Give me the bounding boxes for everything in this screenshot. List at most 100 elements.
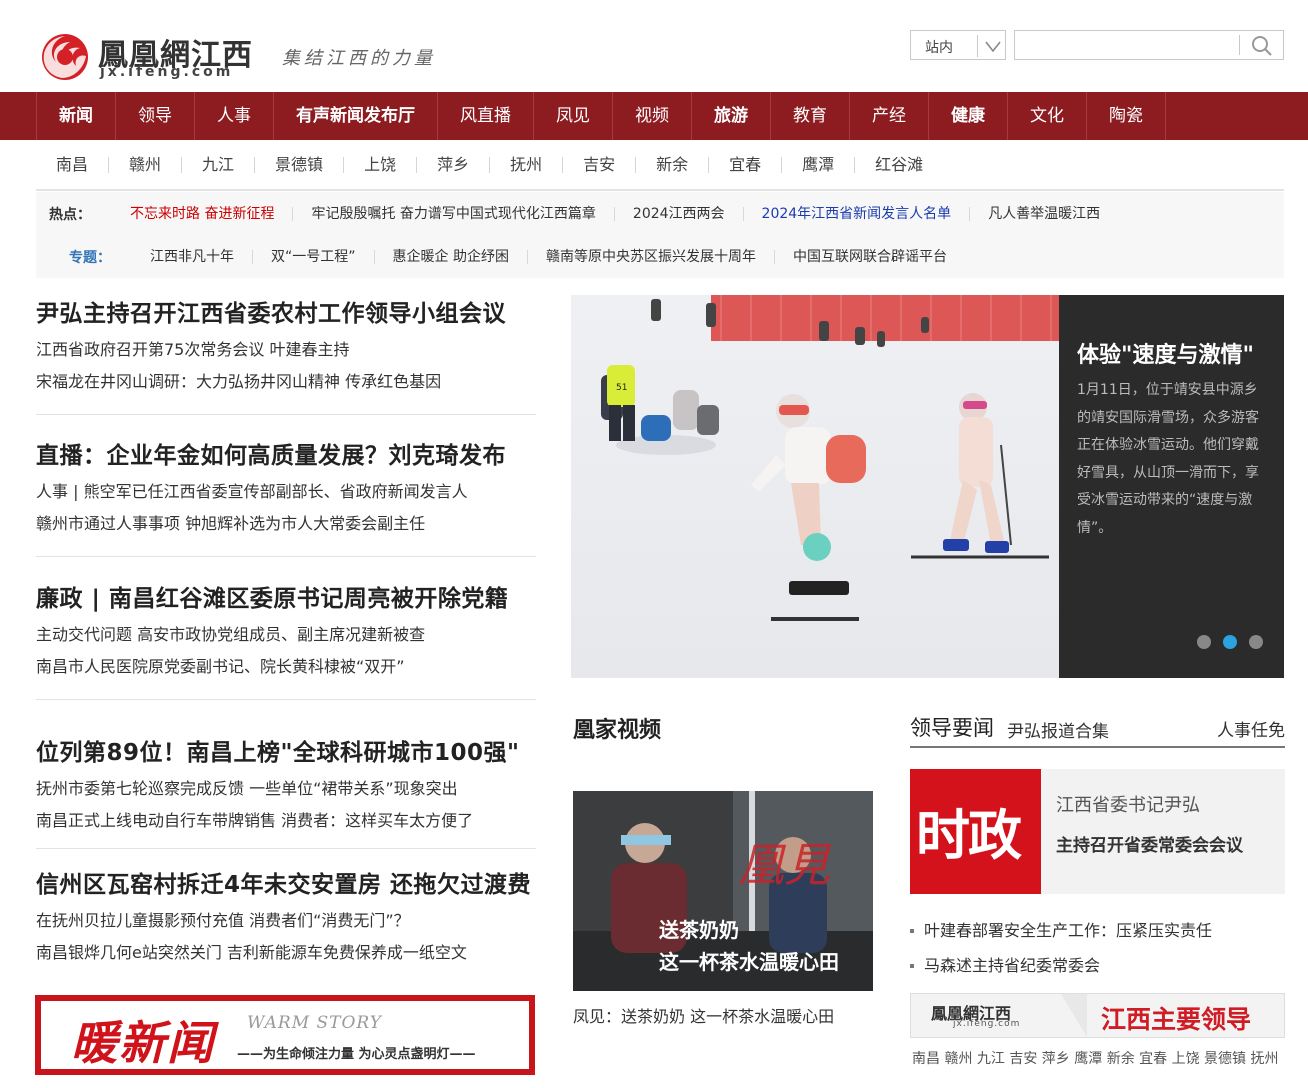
video-still: 凰見 送茶奶奶 这一杯茶水温暖心田: [573, 791, 873, 991]
hot-label: 热点：: [49, 206, 91, 223]
search-icon[interactable]: [1249, 34, 1275, 58]
headline-title[interactable]: 位列第89位！南昌上榜"全球科研城市100强": [36, 733, 536, 767]
city-nav-item[interactable]: 上饶: [344, 157, 418, 173]
nav-item[interactable]: 视频: [613, 92, 692, 140]
politics-feature[interactable]: 时政 江西省委书记尹弘 主持召开省委常委会会议: [910, 769, 1285, 894]
hot-row: 热点： 不忘来时路 奋进新征程 牢记殷殷嘱托 奋力谱写中国式现代化江西篇章 2024…: [36, 192, 1118, 235]
leaders-collection-link[interactable]: 尹弘报道合集: [1007, 717, 1109, 742]
headline-title[interactable]: 信州区瓦窑村拆迁4年未交安置房 还拖欠过渡费: [36, 865, 536, 899]
city-nav-item[interactable]: 鹰潭: [782, 157, 856, 173]
nav-item[interactable]: 领导: [116, 92, 195, 140]
city-nav-item[interactable]: 南昌: [36, 157, 110, 173]
nav-item[interactable]: 教育: [771, 92, 850, 140]
city-nav-item[interactable]: 抚州: [490, 157, 564, 173]
nav-item[interactable]: 人事: [195, 92, 274, 140]
headline-subline[interactable]: 南昌市人民医院原党委副书记、院长黄科棣被“双开”: [36, 657, 536, 677]
leaders-cities-links[interactable]: 南昌 赣州 九江 吉安 萍乡 鹰潭 新余 宜春 上饶 景德镇 抚州: [912, 1048, 1279, 1068]
logo-slogan: 集结江西的力量: [282, 48, 436, 69]
headline-subline[interactable]: 南昌银烨几何e站突然关门 吉利新能源车免费保养成一纸空文: [36, 943, 536, 963]
warm-news-banner-inner: 暖新闻 WARM STORY ——为生命倾注力量 为心灵点盏明灯——: [41, 1001, 529, 1070]
city-nav-item[interactable]: 吉安: [563, 157, 637, 173]
search-scope-select[interactable]: 站内: [910, 30, 1006, 60]
photo-slideshow: 51 体验"速度与激情" 1月11日，位于靖安县中源乡的靖安国际滑雪场，众多游客…: [571, 295, 1284, 678]
nav-item[interactable]: 新闻: [36, 92, 116, 140]
leaders-news-item[interactable]: 马森述主持省纪委常委会: [910, 953, 1285, 988]
topic-item[interactable]: 双“一号工程”: [253, 249, 375, 264]
logo-domain: jx.ifeng.com: [100, 64, 234, 80]
topic-item[interactable]: 惠企暖企 助企纾困: [375, 249, 528, 264]
slide-dots: [1197, 635, 1263, 649]
leaders-title[interactable]: 领导要闻: [910, 712, 994, 742]
topic-item[interactable]: 江西非凡十年: [132, 249, 253, 264]
main-nav: 新闻 领导 人事 有声新闻发布厅 风直播 凤见 视频 旅游 教育 产经 健康 文化 陶瓷: [0, 92, 1308, 140]
slide-title[interactable]: 体验"速度与激情": [1077, 337, 1254, 369]
headline-subline[interactable]: 赣州市通过人事事项 钟旭辉补选为市人大常委会副主任: [36, 514, 536, 534]
search-input[interactable]: [1015, 31, 1239, 59]
warm-news-subtitle: ——为生命倾注力量 为心灵点盏明灯——: [237, 1047, 476, 1062]
headline-subline[interactable]: 主动交代问题 高安市政协党组成员、副主席况建新被查: [36, 625, 536, 645]
banner-divider-shape: [1061, 994, 1087, 1037]
headline-title[interactable]: 直播：企业年金如何高质量发展？刘克琦发布: [36, 436, 536, 470]
video-caption[interactable]: 凤见：送茶奶奶 这一杯茶水温暖心田: [573, 1003, 834, 1027]
slide-dot[interactable]: [1249, 635, 1263, 649]
divider: [977, 35, 978, 57]
divider: [1239, 35, 1240, 55]
headline-subline[interactable]: 宋福龙在井冈山调研：大力弘扬井冈山精神 传承红色基因: [36, 372, 536, 392]
topic-item[interactable]: 中国互联网联合辟谣平台: [775, 250, 965, 264]
politics-tag: 时政: [916, 803, 1022, 867]
hot-topics-strip: 热点： 不忘来时路 奋进新征程 牢记殷殷嘱托 奋力谱写中国式现代化江西篇章 2024…: [36, 192, 1284, 278]
politics-feature-line1: 江西省委书记尹弘: [1056, 795, 1200, 816]
nav-item[interactable]: 有声新闻发布厅: [274, 92, 438, 140]
nav-item[interactable]: 产经: [850, 92, 929, 140]
topic-item[interactable]: 赣南等原中央苏区振兴发展十周年: [528, 249, 775, 264]
leaders-news-item[interactable]: 叶建春部署安全生产工作：压紧压实责任: [910, 918, 1285, 953]
headline-title[interactable]: 廉政 | 南昌红谷滩区委原书记周亮被开除党籍: [36, 579, 536, 613]
headline-subline[interactable]: 人事 | 熊空军已任江西省委宣传部副部长、省政府新闻发言人: [36, 482, 536, 502]
slide-dot[interactable]: [1223, 635, 1237, 649]
hot-item[interactable]: 2024江西两会: [615, 206, 744, 221]
city-nav-item[interactable]: 景德镇: [255, 157, 345, 173]
headline-block: 直播：企业年金如何高质量发展？刘克琦发布人事 | 熊空军已任江西省委宣传部副部长…: [36, 436, 536, 557]
hot-item[interactable]: 2024年江西省新闻发言人名单: [744, 206, 971, 221]
site-header: 鳳凰網江西 jx.ifeng.com 集结江西的力量 站内: [0, 0, 1308, 92]
video-overlay-line1: 送茶奶奶: [659, 918, 739, 942]
headline-subline[interactable]: 在抚州贝拉儿童摄影预付充值 消费者们“消费无门”？: [36, 911, 536, 931]
leaders-header: 领导要闻 尹弘报道合集 人事任免: [910, 708, 1285, 748]
city-nav-item[interactable]: 九江: [182, 157, 256, 173]
city-nav-item[interactable]: 宜春: [709, 157, 783, 173]
nav-item[interactable]: 凤见: [534, 92, 613, 140]
nav-item[interactable]: 风直播: [438, 92, 534, 140]
hot-item[interactable]: 不忘来时路 奋进新征程: [112, 206, 294, 221]
headline-block: 尹弘主持召开江西省委农村工作领导小组会议江西省政府召开第75次常务会议 叶建春主…: [36, 294, 536, 415]
site-logo[interactable]: 鳳凰網江西 jx.ifeng.com 集结江西的力量: [40, 30, 460, 82]
city-nav-item[interactable]: 红谷滩: [855, 157, 943, 173]
warm-news-banner[interactable]: 暖新闻 WARM STORY ——为生命倾注力量 为心灵点盏明灯——: [35, 995, 535, 1075]
headline-subline[interactable]: 南昌正式上线电动自行车带牌销售 消费者：这样买车太方便了: [36, 811, 536, 831]
phoenix-logo-icon: [42, 34, 88, 80]
headline-block: 位列第89位！南昌上榜"全球科研城市100强" 抚州市委第七轮巡察完成反馈 一些单…: [36, 721, 536, 849]
banner-text: 江西主要领导: [1101, 1005, 1252, 1034]
headline-title[interactable]: 尹弘主持召开江西省委农村工作领导小组会议: [36, 294, 536, 328]
headline-subline[interactable]: 江西省政府召开第75次常务会议 叶建春主持: [36, 340, 536, 360]
topic-label: 专题：: [69, 249, 111, 266]
slide-image[interactable]: 51: [571, 295, 1059, 678]
main-leaders-banner[interactable]: 鳳凰網江西 jx.ifeng.com 江西主要领导: [910, 993, 1285, 1038]
warm-news-english: WARM STORY: [247, 1013, 382, 1033]
nav-item[interactable]: 健康: [929, 92, 1008, 140]
slide-dot[interactable]: [1197, 635, 1211, 649]
video-thumbnail[interactable]: 凰見 送茶奶奶 这一杯茶水温暖心田: [573, 791, 873, 991]
nav-item[interactable]: 文化: [1008, 92, 1087, 140]
nav-item[interactable]: 旅游: [692, 92, 771, 140]
headline-block: 信州区瓦窑村拆迁4年未交安置房 还拖欠过渡费在抚州贝拉儿童摄影预付充值 消费者们…: [36, 865, 536, 963]
headline-subline[interactable]: 抚州市委第七轮巡察完成反馈 一些单位“裙带关系”现象突出: [36, 779, 536, 799]
personnel-link[interactable]: 人事任免: [1217, 716, 1285, 741]
city-nav-item[interactable]: 新余: [636, 157, 710, 173]
video-section-title: 凰家视频: [573, 718, 662, 743]
city-nav-item[interactable]: 赣州: [109, 157, 183, 173]
nav-item[interactable]: 陶瓷: [1087, 92, 1166, 140]
city-nav-item[interactable]: 萍乡: [417, 157, 491, 173]
hot-item[interactable]: 凡人善举温暖江西: [970, 207, 1118, 221]
headline-block: 廉政 | 南昌红谷滩区委原书记周亮被开除党籍主动交代问题 高安市政协党组成员、副…: [36, 579, 536, 700]
leaders-news-list: 叶建春部署安全生产工作：压紧压实责任 马森述主持省纪委常委会: [910, 918, 1285, 988]
hot-item[interactable]: 牢记殷殷嘱托 奋力谱写中国式现代化江西篇章: [293, 206, 615, 221]
